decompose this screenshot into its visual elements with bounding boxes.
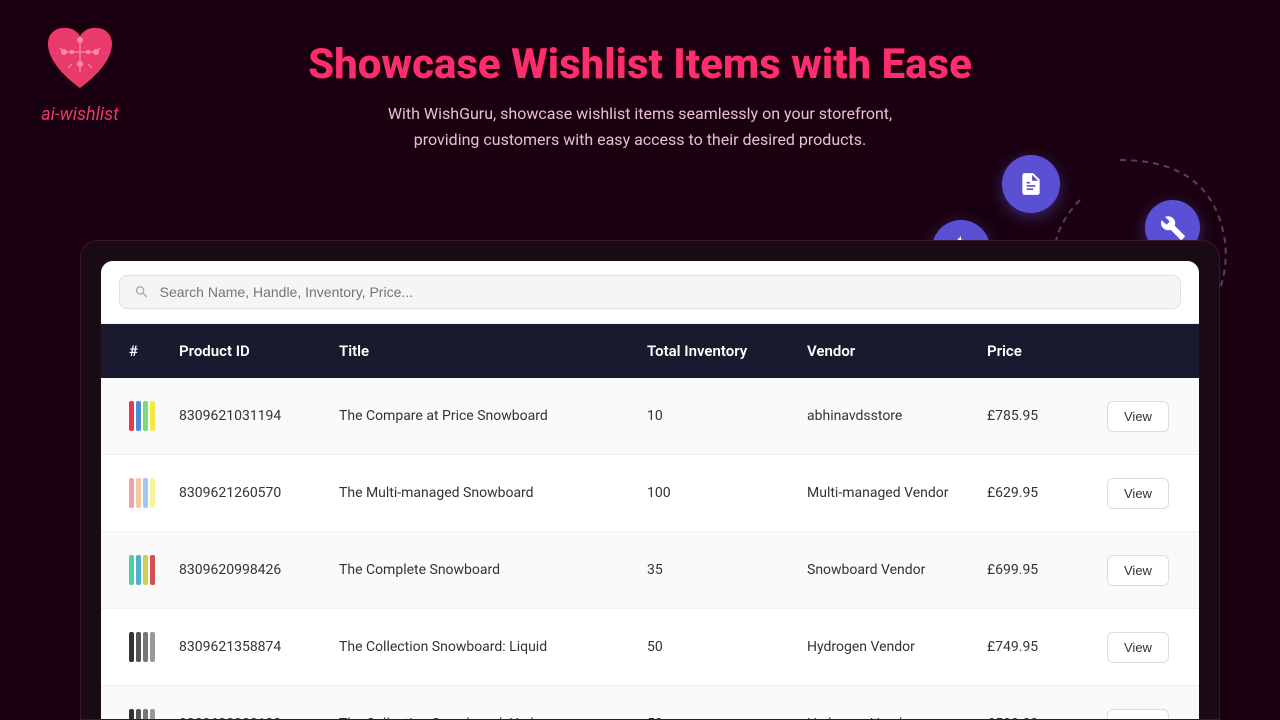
col-price: Price (979, 324, 1099, 378)
view-button[interactable]: View (1107, 478, 1169, 509)
product-thumb (129, 473, 163, 513)
cell-vendor: Hydrogen Vendor (799, 621, 979, 673)
cell-product-id: 8309620900122 (171, 698, 331, 720)
cell-price: £749.95 (979, 621, 1099, 673)
product-thumb (129, 550, 163, 590)
view-button[interactable]: View (1107, 709, 1169, 720)
view-button[interactable]: View (1107, 401, 1169, 432)
cell-product-id: 8309620998426 (171, 544, 331, 596)
cell-action[interactable]: View (1099, 460, 1179, 527)
hero-title: Showcase Wishlist Items with Ease (308, 40, 972, 89)
cell-vendor: Snowboard Vendor (799, 544, 979, 596)
product-thumb (129, 627, 163, 667)
main-panel: # Product ID Title Total Inventory Vendo… (80, 240, 1220, 720)
cell-title: The Multi-managed Snowboard (331, 467, 639, 519)
cell-index (121, 378, 171, 454)
cell-index (121, 609, 171, 685)
cell-title: The Complete Snowboard (331, 544, 639, 596)
cell-inventory: 35 (639, 544, 799, 596)
cell-product-id: 8309621260570 (171, 467, 331, 519)
table-row: 8309621031194 The Compare at Price Snowb… (101, 378, 1199, 455)
cell-title: The Collection Snowboard: Liquid (331, 621, 639, 673)
cell-index (121, 455, 171, 531)
inner-panel: # Product ID Title Total Inventory Vendo… (101, 261, 1199, 720)
cell-price: £500.00 (979, 698, 1099, 720)
product-thumb (129, 704, 163, 720)
cell-title: The Compare at Price Snowboard (331, 390, 639, 442)
search-bar (101, 261, 1199, 324)
cell-title: The Collection Snowboard: Hydrogen (331, 698, 639, 720)
cell-action[interactable]: View (1099, 537, 1179, 604)
cell-vendor: Hydrogen Vendor (799, 698, 979, 720)
table-row: 8309620900122 The Collection Snowboard: … (101, 686, 1199, 720)
cell-inventory: 10 (639, 390, 799, 442)
table-header: # Product ID Title Total Inventory Vendo… (101, 324, 1199, 378)
table-row: 8309621358874 The Collection Snowboard: … (101, 609, 1199, 686)
search-input-wrapper[interactable] (119, 275, 1181, 309)
cell-product-id: 8309621358874 (171, 621, 331, 673)
col-hash: # (121, 324, 171, 378)
cell-vendor: Multi-managed Vendor (799, 467, 979, 519)
cell-product-id: 8309621031194 (171, 390, 331, 442)
cell-inventory: 50 (639, 621, 799, 673)
cell-inventory: 50 (639, 698, 799, 720)
cell-price: £699.95 (979, 544, 1099, 596)
cell-price: £785.95 (979, 390, 1099, 442)
view-button[interactable]: View (1107, 632, 1169, 663)
cell-action[interactable]: View (1099, 691, 1179, 720)
cell-index (121, 532, 171, 608)
table-row: 8309620998426 The Complete Snowboard 35 … (101, 532, 1199, 609)
cell-price: £629.95 (979, 467, 1099, 519)
cell-action[interactable]: View (1099, 614, 1179, 681)
hero-subtitle: With WishGuru, showcase wishlist items s… (388, 101, 892, 152)
col-inventory: Total Inventory (639, 324, 799, 378)
col-action (1099, 333, 1179, 369)
cell-index (121, 686, 171, 720)
cell-vendor: abhinavdsstore (799, 390, 979, 442)
col-vendor: Vendor (799, 324, 979, 378)
view-button[interactable]: View (1107, 555, 1169, 586)
table-row: 8309621260570 The Multi-managed Snowboar… (101, 455, 1199, 532)
hero-section: Showcase Wishlist Items with Ease With W… (0, 0, 1280, 152)
col-product-id: Product ID (171, 324, 331, 378)
search-input[interactable] (160, 284, 1166, 300)
col-title: Title (331, 324, 639, 378)
cell-inventory: 100 (639, 467, 799, 519)
doc-icon (1002, 155, 1060, 213)
search-icon (134, 284, 150, 300)
product-table: # Product ID Title Total Inventory Vendo… (101, 324, 1199, 720)
cell-action[interactable]: View (1099, 383, 1179, 450)
product-thumb (129, 396, 163, 436)
